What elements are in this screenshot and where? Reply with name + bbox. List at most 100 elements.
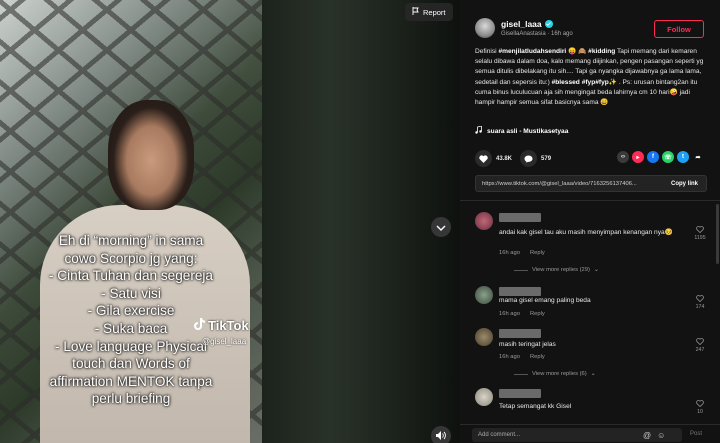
comment-icon[interactable] xyxy=(520,150,538,167)
reply-button[interactable]: Reply xyxy=(530,354,545,360)
post-time: 16h ago xyxy=(551,31,573,37)
whatsapp-icon[interactable]: ☏ xyxy=(662,151,674,163)
share-link[interactable]: https://www.tiktok.com/@gisel_laaa/video… xyxy=(476,181,663,187)
avatar[interactable] xyxy=(475,212,493,230)
comment-meta: 16h ago Reply xyxy=(499,354,545,360)
comment-time: 16h ago xyxy=(499,354,520,360)
facebook-icon[interactable]: f xyxy=(647,151,659,163)
video-player[interactable]: Eh di “morning” in sama cowo Scorpio jg … xyxy=(0,0,460,443)
tiktok-watermark: TikTok xyxy=(194,318,249,333)
heart-outline-icon[interactable] xyxy=(696,226,704,234)
view-more-label: View more replies (6) xyxy=(532,371,587,377)
volume-button[interactable] xyxy=(431,426,451,443)
comment-like[interactable]: 1195 xyxy=(693,226,707,241)
add-comment-bar: Add comment... @ ☺ Post xyxy=(460,424,720,443)
next-video-button[interactable] xyxy=(431,217,451,237)
copy-link-button[interactable]: Copy link xyxy=(663,181,706,187)
emoji-icon[interactable]: ☺ xyxy=(657,431,665,440)
comment-like-count: 174 xyxy=(695,304,705,310)
comment-like-count: 247 xyxy=(695,347,705,353)
comment-like-count: 1195 xyxy=(694,235,706,241)
comment-time: 16h ago xyxy=(499,250,520,256)
video-caption: Definisi #menjilatludahsendiri 😛 🙈 #kidd… xyxy=(475,47,711,108)
chevron-down-icon xyxy=(436,218,446,236)
watermark-brand: TikTok xyxy=(208,318,249,333)
hashtag-link[interactable]: #kidding xyxy=(588,48,615,55)
overlay-line: touch dan Words of xyxy=(72,356,190,372)
post-button[interactable]: Post xyxy=(690,431,702,437)
reply-button[interactable]: Reply xyxy=(530,311,545,317)
comment-text: Tetap semangat kk Gisel xyxy=(499,403,572,410)
comment-username-redacted[interactable] xyxy=(499,389,541,398)
avatar[interactable] xyxy=(475,328,493,346)
comments-scrollbar[interactable] xyxy=(716,204,719,264)
divider xyxy=(460,200,720,201)
overlay-line: - Satu visi xyxy=(101,285,161,301)
share-link-box: https://www.tiktok.com/@gisel_laaa/video… xyxy=(475,175,707,192)
view-more-label: View more replies (29) xyxy=(532,267,590,273)
caption-text: 😛 🙈 xyxy=(566,48,589,55)
share-buttons: ‹› ▸ f ☏ t ➦ xyxy=(617,151,704,163)
heart-outline-icon[interactable] xyxy=(696,338,704,346)
comment-meta: 16h ago Reply xyxy=(499,311,545,317)
comment-like[interactable]: 247 xyxy=(693,338,707,353)
view-more-replies[interactable]: View more replies (29) ⌄ xyxy=(514,267,599,273)
caption-text: Definisi xyxy=(475,48,499,55)
comment-username-redacted[interactable] xyxy=(499,287,541,296)
hashtag-link[interactable]: #blessed xyxy=(552,79,580,86)
embed-icon[interactable]: ‹› xyxy=(617,151,629,163)
report-button[interactable]: Report xyxy=(405,3,453,21)
heart-icon[interactable] xyxy=(475,150,492,167)
author-separator: · xyxy=(547,31,550,37)
tiktok-video-page: Eh di “morning” in sama cowo Scorpio jg … xyxy=(0,0,720,443)
blurred-background xyxy=(262,0,460,443)
overlay-line: - Cinta Tuhan dan segereja xyxy=(49,268,213,284)
avatar[interactable] xyxy=(475,286,493,304)
view-more-replies[interactable]: View more replies (6) ⌄ xyxy=(514,371,596,377)
author-username[interactable]: gisel_laaa xyxy=(501,19,542,29)
mention-icon[interactable]: @ xyxy=(643,431,651,440)
follow-button[interactable]: Follow xyxy=(654,20,704,38)
comment-like[interactable]: 10 xyxy=(693,400,707,415)
person-head xyxy=(108,100,194,210)
music-link[interactable]: suara asli - Mustikasetyaa xyxy=(475,125,569,136)
comment-text: masih teringat jelas xyxy=(499,341,556,348)
author-info[interactable]: gisel_laaa GisellaAnastasia · 16h ago xyxy=(475,18,573,38)
add-comment-placeholder: Add comment... xyxy=(478,432,521,438)
twitter-icon[interactable]: t xyxy=(677,151,689,163)
heart-outline-icon[interactable] xyxy=(696,295,704,303)
comment-like-count: 10 xyxy=(697,409,703,415)
avatar[interactable] xyxy=(475,388,493,406)
chevron-down-icon: ⌄ xyxy=(593,267,599,273)
comment-time: 16h ago xyxy=(499,311,520,317)
hashtag-link[interactable]: #fyp xyxy=(595,79,609,86)
comment-username-redacted[interactable] xyxy=(499,213,541,222)
hashtag-link[interactable]: #menjilatludahsendiri xyxy=(498,48,566,55)
comment-count: 579 xyxy=(541,155,552,162)
like-count: 43.8K xyxy=(496,155,513,162)
comment-input-icons: @ ☺ xyxy=(643,431,665,440)
overlay-line: cowo Scorpio jg yang: xyxy=(64,250,198,266)
hashtag-link[interactable]: #fyp xyxy=(582,79,596,86)
avatar[interactable] xyxy=(475,18,495,38)
comment-list: andai kak gisel tau aku masih menyimpan … xyxy=(460,204,720,424)
engagement-stats: 43.8K 579 xyxy=(475,150,551,167)
watermark-handle: @gisel_laaa xyxy=(202,337,247,346)
music-label: suara asli - Mustikasetyaa xyxy=(487,127,569,135)
overlay-line: Eh di “morning” in sama xyxy=(58,233,204,248)
comment-stat[interactable]: 579 xyxy=(520,150,551,167)
info-panel: gisel_laaa GisellaAnastasia · 16h ago Fo… xyxy=(460,0,720,443)
heart-outline-icon[interactable] xyxy=(696,400,704,408)
like-stat[interactable]: 43.8K xyxy=(475,150,512,167)
send-to-friends-icon[interactable]: ▸ xyxy=(632,151,644,163)
comment-text: andai kak gisel tau aku masih menyimpan … xyxy=(499,229,673,236)
reply-button[interactable]: Reply xyxy=(530,250,545,256)
comment-meta: 16h ago Reply xyxy=(499,250,545,256)
comment-like[interactable]: 174 xyxy=(693,295,707,310)
share-arrow-icon[interactable]: ➦ xyxy=(692,151,704,163)
comment-username-redacted[interactable] xyxy=(499,329,541,338)
music-note-icon xyxy=(475,125,482,136)
video-frame[interactable]: Eh di “morning” in sama cowo Scorpio jg … xyxy=(0,0,262,443)
tiktok-logo-icon xyxy=(194,318,205,333)
verified-badge-icon xyxy=(544,20,553,28)
